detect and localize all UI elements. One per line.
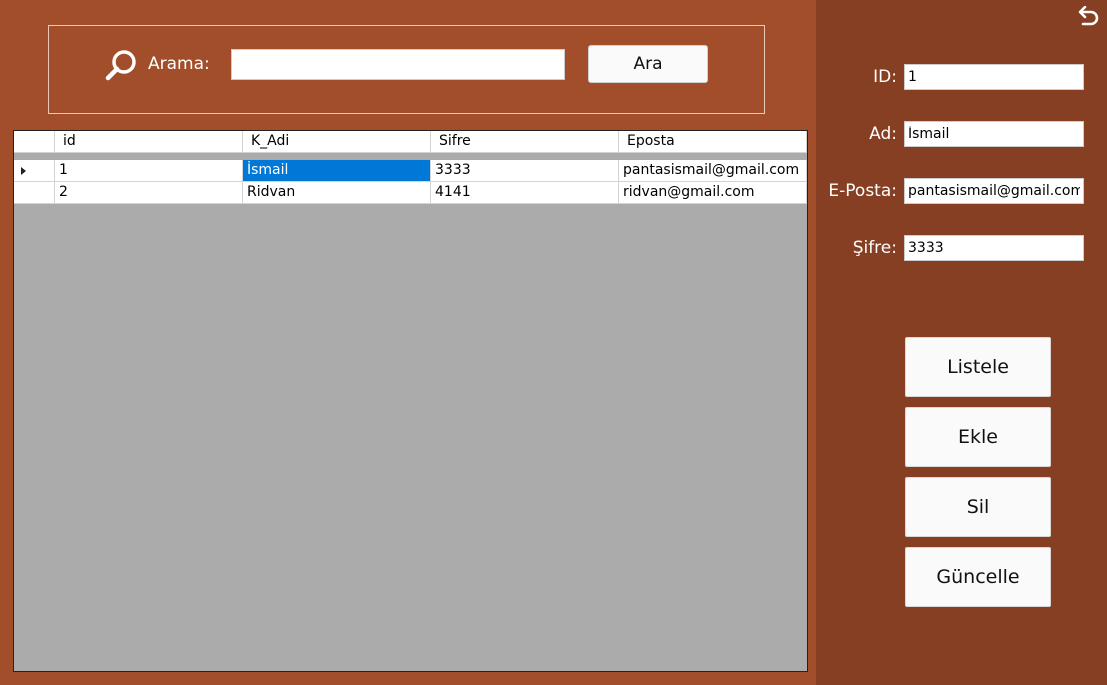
- table-row[interactable]: 1 İsmail 3333 pantasismail@gmail.com: [14, 160, 807, 182]
- row-header[interactable]: [14, 182, 55, 204]
- sil-button[interactable]: Sil: [905, 477, 1051, 537]
- row-header-corner: [14, 131, 55, 153]
- eposta-label: E-Posta:: [828, 181, 897, 201]
- table-cell[interactable]: 4141: [431, 182, 619, 204]
- eposta-field[interactable]: [904, 178, 1084, 204]
- row-header[interactable]: [14, 160, 55, 182]
- search-label: Arama:: [148, 54, 210, 74]
- column-header-id[interactable]: id: [55, 131, 243, 153]
- id-label: ID:: [873, 67, 897, 87]
- column-header-eposta[interactable]: Eposta: [619, 131, 807, 153]
- table-cell[interactable]: pantasismail@gmail.com: [619, 160, 807, 182]
- ad-field[interactable]: [904, 121, 1084, 147]
- sifre-label: Şifre:: [852, 238, 897, 258]
- current-row-arrow-icon: [21, 167, 26, 175]
- undo-arrow-icon[interactable]: [1075, 6, 1101, 30]
- table-cell[interactable]: 3333: [431, 160, 619, 182]
- guncelle-button[interactable]: Güncelle: [905, 547, 1051, 607]
- column-header-k-adi[interactable]: K_Adi: [243, 131, 431, 153]
- table-cell[interactable]: 1: [55, 160, 243, 182]
- column-header-sifre[interactable]: Sifre: [431, 131, 619, 153]
- table-row[interactable]: 2 Ridvan 4141 ridvan@gmail.com: [14, 182, 807, 204]
- ad-label: Ad:: [869, 124, 897, 144]
- table-cell[interactable]: Ridvan: [243, 182, 431, 204]
- ekle-button[interactable]: Ekle: [905, 407, 1051, 467]
- search-input[interactable]: [231, 49, 565, 80]
- listele-button[interactable]: Listele: [905, 337, 1051, 397]
- table-cell[interactable]: ridvan@gmail.com: [619, 182, 807, 204]
- search-button[interactable]: Ara: [588, 45, 708, 83]
- table-cell-selected[interactable]: İsmail: [243, 160, 431, 182]
- search-icon: [105, 50, 136, 81]
- data-grid[interactable]: id K_Adi Sifre Eposta 1 İsmail 3333 pant…: [13, 130, 808, 672]
- sifre-field[interactable]: [904, 235, 1084, 261]
- grid-header-row: id K_Adi Sifre Eposta: [14, 131, 807, 153]
- id-field[interactable]: [904, 64, 1084, 90]
- table-cell[interactable]: 2: [55, 182, 243, 204]
